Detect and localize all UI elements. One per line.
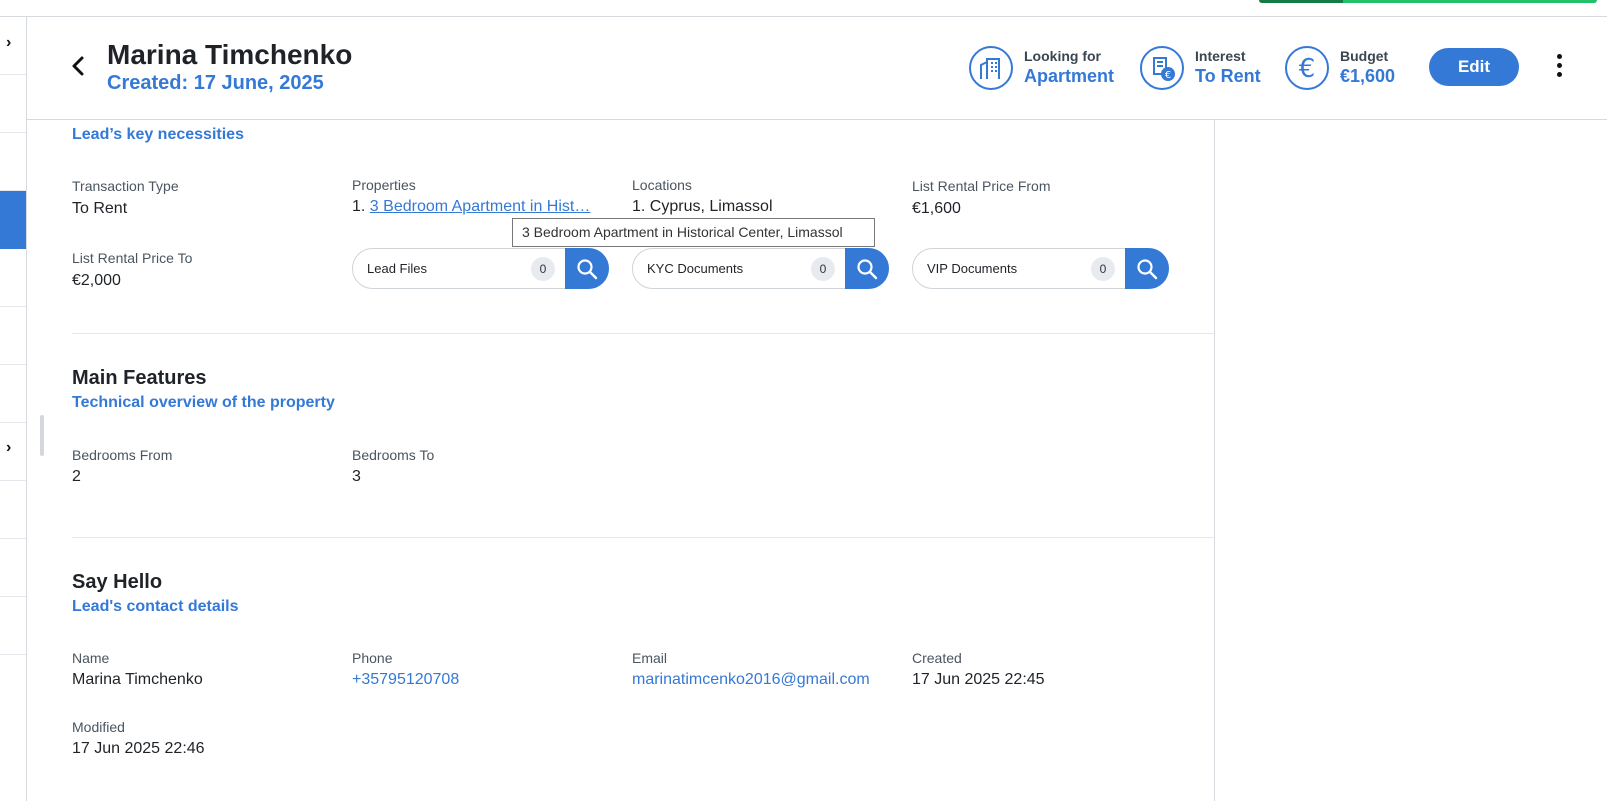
contact-subtitle: Lead's contact details	[72, 598, 239, 615]
email-link[interactable]: marinatimcenko2016@gmail.com	[632, 671, 870, 689]
email-label: Email	[632, 650, 668, 666]
kyc-documents-label: KYC Documents	[647, 261, 744, 276]
scrollbar-thumb[interactable]	[40, 415, 44, 456]
properties-value: 1. 3 Bedroom Apartment in Hist…	[352, 198, 590, 216]
svg-text:€: €	[1299, 54, 1316, 82]
back-arrow-icon[interactable]	[71, 55, 85, 77]
rail-item[interactable]	[0, 307, 26, 365]
lead-files-label: Lead Files	[367, 261, 427, 276]
left-rail: › ›	[0, 17, 27, 801]
budget-label: Budget	[1340, 48, 1389, 64]
search-icon	[1137, 258, 1158, 279]
page-title: Marina Timchenko	[107, 39, 353, 70]
interest-value: To Rent	[1195, 66, 1261, 86]
interest-label: Interest	[1195, 48, 1246, 64]
looking-for-label: Looking for	[1024, 48, 1101, 64]
contact-title: Say Hello	[72, 571, 163, 593]
rail-item[interactable]	[0, 365, 26, 423]
properties-index: 1.	[352, 198, 366, 215]
modified-label: Modified	[72, 719, 125, 735]
price-from-label: List Rental Price From	[912, 178, 1051, 194]
right-panel-divider	[1214, 120, 1215, 801]
name-label: Name	[72, 650, 110, 666]
chevron-right-icon[interactable]: ›	[6, 439, 11, 457]
euro-icon: €	[1285, 46, 1329, 90]
created-label: Created	[912, 650, 962, 666]
edit-button[interactable]: Edit	[1429, 48, 1519, 86]
phone-label: Phone	[352, 650, 393, 666]
features-title: Main Features	[72, 367, 207, 389]
lead-files-box[interactable]: Lead Files 0	[352, 248, 609, 289]
modified-value: 17 Jun 2025 22:46	[72, 740, 205, 757]
needs-subtitle: Lead’s key necessities	[72, 126, 244, 143]
vip-documents-label: VIP Documents	[927, 261, 1018, 276]
search-icon	[857, 258, 878, 279]
bedrooms-to-label: Bedrooms To	[352, 447, 435, 463]
kyc-documents-box[interactable]: KYC Documents 0	[632, 248, 889, 289]
rail-item[interactable]	[0, 597, 26, 655]
locations-value: 1. Cyprus, Limassol	[632, 198, 773, 215]
lead-files-count: 0	[531, 257, 555, 281]
bedrooms-from-label: Bedrooms From	[72, 447, 173, 463]
search-icon	[577, 258, 598, 279]
rail-item[interactable]	[0, 75, 26, 133]
rail-item[interactable]	[0, 481, 26, 539]
created-date: Created: 17 June, 2025	[107, 72, 324, 94]
created-value: 17 Jun 2025 22:45	[912, 671, 1045, 688]
locations-label: Locations	[632, 177, 692, 193]
rent-icon: €	[1140, 46, 1184, 90]
price-to-label: List Rental Price To	[72, 250, 193, 266]
price-to-value: €2,000	[72, 272, 121, 289]
rail-item[interactable]	[0, 539, 26, 597]
section-divider	[72, 537, 1214, 538]
top-bar	[0, 0, 1607, 17]
vip-documents-search-button[interactable]	[1125, 248, 1169, 289]
building-icon	[969, 46, 1013, 90]
transaction-type-label: Transaction Type	[72, 178, 179, 194]
bedrooms-to-value: 3	[352, 468, 361, 485]
transaction-type-value: To Rent	[72, 200, 128, 217]
phone-link[interactable]: +35795120708	[352, 671, 459, 689]
property-tooltip: 3 Bedroom Apartment in Historical Center…	[512, 218, 875, 247]
properties-label: Properties	[352, 177, 416, 193]
more-options-icon[interactable]	[1554, 54, 1564, 82]
vip-documents-count: 0	[1091, 257, 1115, 281]
rail-item[interactable]	[0, 133, 26, 191]
chevron-right-icon[interactable]: ›	[6, 34, 11, 52]
rail-item[interactable]: ›	[0, 423, 26, 481]
kyc-documents-count: 0	[811, 257, 835, 281]
features-subtitle: Technical overview of the property	[72, 394, 335, 411]
kyc-documents-search-button[interactable]	[845, 248, 889, 289]
rail-item-active[interactable]	[0, 191, 26, 249]
budget-value: €1,600	[1340, 66, 1396, 86]
rail-item[interactable]	[0, 249, 26, 307]
looking-for-value: Apartment	[1024, 66, 1115, 86]
bedrooms-from-value: 2	[72, 468, 81, 485]
rail-item[interactable]: ›	[0, 17, 26, 75]
progress-indicator	[1259, 0, 1597, 3]
property-link[interactable]: 3 Bedroom Apartment in Hist…	[370, 198, 591, 215]
vip-documents-box[interactable]: VIP Documents 0	[912, 248, 1169, 289]
lead-header: Marina Timchenko Created: 17 June, 2025 …	[27, 17, 1607, 120]
price-from-value: €1,600	[912, 200, 961, 217]
lead-files-search-button[interactable]	[565, 248, 609, 289]
name-value: Marina Timchenko	[72, 671, 203, 688]
svg-text:€: €	[1165, 70, 1171, 81]
section-divider	[72, 333, 1214, 334]
